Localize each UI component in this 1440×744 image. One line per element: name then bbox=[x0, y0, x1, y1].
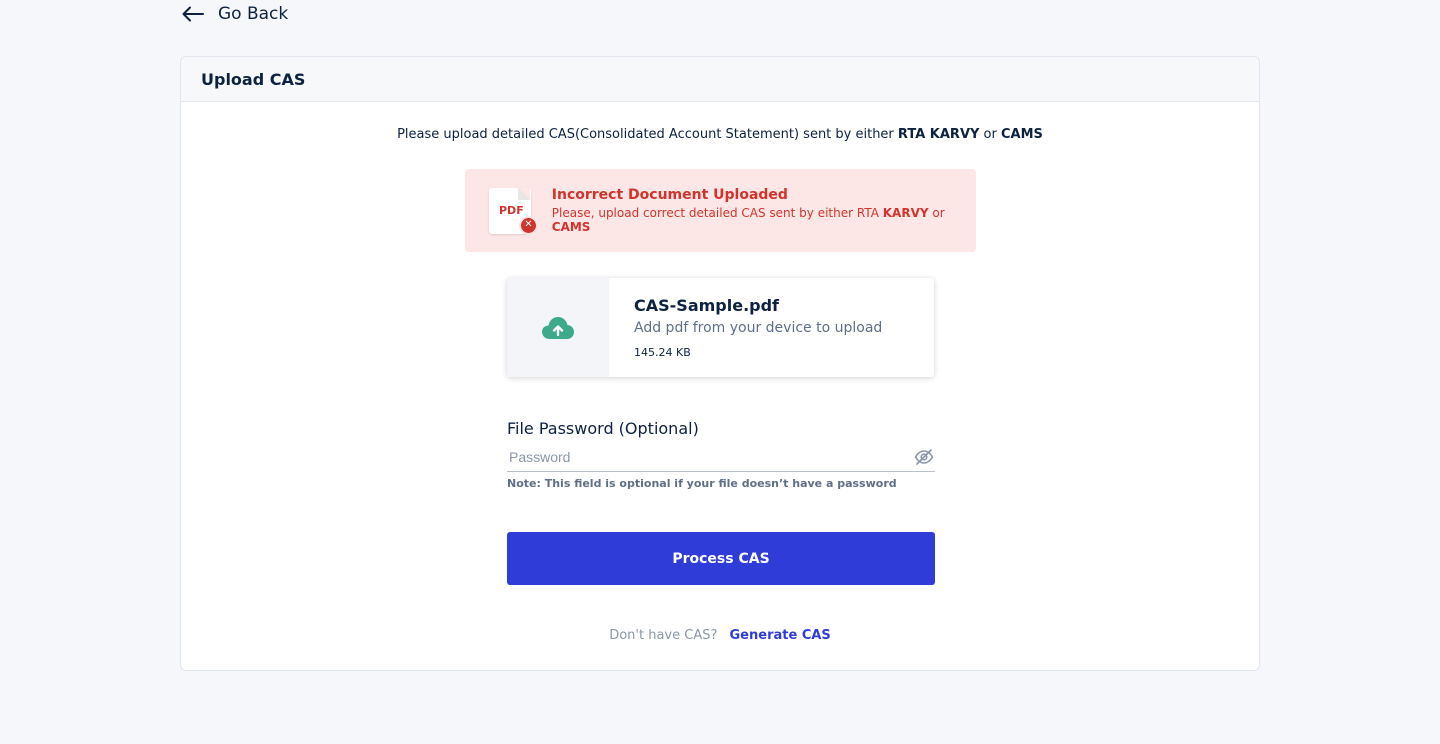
process-cas-button[interactable]: Process CAS bbox=[507, 532, 935, 585]
file-info: CAS-Sample.pdf Add pdf from your device … bbox=[609, 278, 882, 377]
error-or: or bbox=[928, 206, 945, 220]
intro-rta: RTA KARVY bbox=[897, 127, 980, 142]
error-alert: PDF ✕ Incorrect Document Uploaded Please… bbox=[465, 169, 976, 252]
no-cas-question: Don't have CAS? bbox=[609, 628, 718, 643]
eye-off-icon[interactable] bbox=[914, 447, 934, 467]
pdf-icon-text: PDF bbox=[499, 203, 524, 217]
password-note: Note: This field is optional if your fil… bbox=[507, 477, 897, 490]
error-description: Please, upload correct detailed CAS sent… bbox=[552, 206, 976, 234]
pdf-error-icon: PDF ✕ bbox=[489, 186, 538, 236]
generate-cas-link[interactable]: Generate CAS bbox=[730, 628, 831, 643]
error-karvy: KARVY bbox=[882, 206, 929, 220]
error-desc-prefix: Please, upload correct detailed CAS sent… bbox=[551, 206, 883, 220]
error-title: Incorrect Document Uploaded bbox=[551, 187, 788, 203]
error-text: Incorrect Document Uploaded Please, uplo… bbox=[552, 187, 976, 234]
password-label: File Password (Optional) bbox=[507, 419, 699, 438]
password-field bbox=[507, 442, 935, 472]
document-fold bbox=[517, 187, 530, 200]
intro-cams: CAMS bbox=[1001, 127, 1043, 142]
upload-dropzone[interactable] bbox=[507, 278, 609, 377]
password-input[interactable] bbox=[507, 448, 914, 465]
file-size: 145.24 KB bbox=[634, 346, 691, 359]
intro-or: or bbox=[979, 127, 1001, 142]
file-hint[interactable]: Add pdf from your device to upload bbox=[634, 320, 882, 336]
cloud-upload-icon bbox=[542, 316, 574, 339]
go-back-link[interactable]: Go Back bbox=[182, 2, 288, 26]
intro-text: Please upload detailed CAS(Consolidated … bbox=[181, 127, 1259, 142]
intro-prefix: Please upload detailed CAS(Consolidated … bbox=[397, 127, 898, 142]
file-upload-card: CAS-Sample.pdf Add pdf from your device … bbox=[507, 278, 934, 377]
upload-cas-card: Upload CAS Please upload detailed CAS(Co… bbox=[180, 56, 1260, 671]
go-back-label: Go Back bbox=[218, 4, 289, 24]
generate-cas-row: Don't have CAS? Generate CAS bbox=[181, 628, 1259, 643]
file-name: CAS-Sample.pdf bbox=[634, 296, 780, 315]
card-title: Upload CAS bbox=[181, 57, 1259, 102]
close-icon: ✕ bbox=[519, 215, 538, 235]
error-cams: CAMS bbox=[551, 220, 591, 234]
arrow-left-icon bbox=[182, 6, 204, 22]
